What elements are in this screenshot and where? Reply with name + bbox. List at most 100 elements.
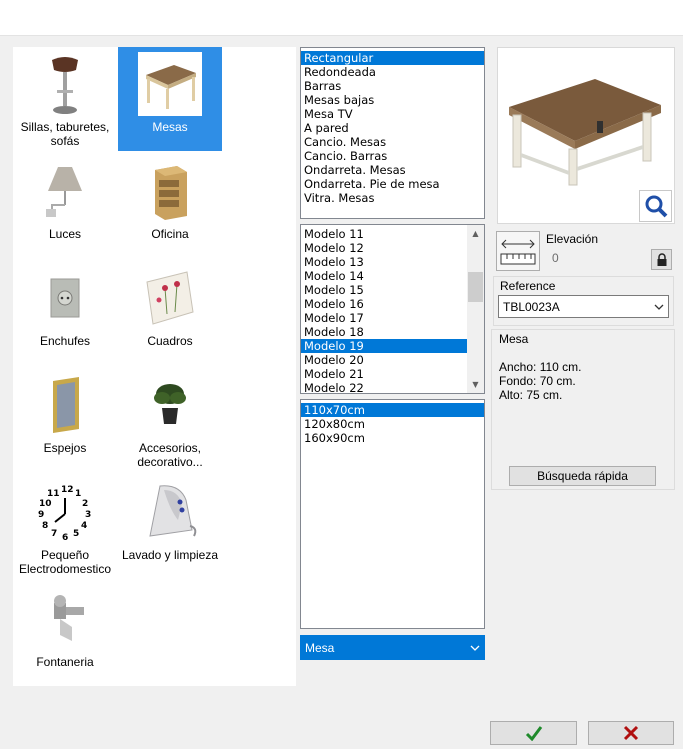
reference-value: TBL0023A — [503, 299, 560, 314]
item-name: Mesa — [499, 332, 529, 346]
faucet-icon — [13, 584, 117, 654]
scroll-thumb[interactable] — [468, 272, 483, 302]
list-item[interactable]: Modelo 14 — [301, 269, 467, 283]
category-label: Fontaneria — [36, 655, 94, 669]
category-label: Mesas — [152, 120, 188, 134]
list-item[interactable]: 110x70cm — [301, 403, 484, 417]
list-item[interactable]: Modelo 15 — [301, 283, 467, 297]
list-item[interactable]: Modelo 22 — [301, 381, 467, 395]
item-type-select[interactable]: Mesa — [300, 635, 485, 660]
mirror-icon — [13, 370, 117, 440]
category-espejos[interactable]: Espejos — [13, 368, 117, 472]
category-enchufes[interactable]: Enchufes — [13, 261, 117, 365]
list-item[interactable]: Modelo 13 — [301, 255, 467, 269]
bar-stool-icon — [13, 49, 117, 119]
category-label: Sillas, taburetes, sofás — [20, 120, 110, 148]
svg-text:9: 9 — [38, 510, 44, 520]
svg-text:4: 4 — [81, 521, 87, 531]
list-item[interactable]: Modelo 17 — [301, 311, 467, 325]
list-item[interactable]: Ondarreta. Pie de mesa — [301, 177, 484, 191]
category-pequeno-electrodomestico[interactable]: 12 1 2 3 4 5 6 7 8 9 10 11 Pequeño Elect… — [13, 475, 117, 579]
list-item[interactable]: Mesa TV — [301, 107, 484, 121]
iron-icon — [118, 477, 222, 547]
scroll-up-icon[interactable]: ▲ — [467, 225, 484, 242]
chevron-down-icon — [466, 636, 484, 659]
model-list[interactable]: Modelo 11 Modelo 12 Modelo 13 Modelo 14 … — [300, 224, 485, 395]
list-item[interactable]: Ondarreta. Mesas — [301, 163, 484, 177]
table-icon — [118, 49, 222, 119]
size-list[interactable]: 110x70cm 120x80cm 160x90cm — [300, 399, 485, 629]
title-bar — [0, 0, 683, 36]
category-label: Espejos — [43, 441, 87, 455]
ruler-icon — [500, 239, 536, 265]
category-label: Luces — [48, 227, 82, 241]
list-item[interactable]: Mesas bajas — [301, 93, 484, 107]
item-type-value: Mesa — [305, 640, 335, 655]
svg-text:3: 3 — [85, 510, 91, 520]
category-cuadros[interactable]: Cuadros — [118, 261, 222, 365]
plant-icon — [118, 370, 222, 440]
list-item[interactable]: Cancio. Barras — [301, 149, 484, 163]
list-item[interactable]: Modelo 16 — [301, 297, 467, 311]
check-icon — [525, 726, 542, 741]
category-luces[interactable]: Luces — [13, 154, 117, 258]
magnifier-icon — [645, 195, 667, 218]
item-width: Ancho: 110 cm. — [499, 360, 582, 374]
zoom-button[interactable] — [639, 190, 672, 222]
svg-text:11: 11 — [47, 489, 60, 499]
svg-text:5: 5 — [73, 529, 79, 539]
category-fontaneria[interactable]: Fontaneria — [13, 582, 117, 686]
category-label: Lavado y limpieza — [121, 548, 219, 562]
reference-label: Reference — [500, 279, 556, 293]
elevation-measure-button[interactable] — [496, 231, 540, 271]
category-label: Accesorios, decorativo... — [137, 441, 203, 469]
list-item[interactable]: Vitra. Mesas — [301, 191, 484, 205]
list-item[interactable]: Rectangular — [301, 51, 484, 65]
category-lavado[interactable]: Lavado y limpieza — [118, 475, 222, 579]
table-preview-image — [509, 79, 661, 186]
list-item[interactable]: 160x90cm — [301, 431, 484, 445]
close-icon — [623, 725, 639, 741]
category-panel: Sillas, taburetes, sofás Mesas Luces Ofi… — [13, 47, 296, 686]
svg-text:6: 6 — [62, 533, 68, 542]
list-item[interactable]: Modelo 11 — [301, 227, 467, 241]
list-item[interactable]: Modelo 18 — [301, 325, 467, 339]
category-label: Cuadros — [147, 334, 193, 348]
item-depth: Fondo: 70 cm. — [499, 374, 576, 388]
list-item[interactable]: 120x80cm — [301, 417, 484, 431]
category-label: Oficina — [151, 227, 189, 241]
category-label: Pequeño Electrodomestico — [18, 548, 112, 576]
item-height: Alto: 75 cm. — [499, 388, 563, 402]
ok-button[interactable] — [490, 721, 577, 745]
cancel-button[interactable] — [588, 721, 674, 745]
model-list-scrollbar[interactable]: ▲ ▼ — [467, 225, 484, 393]
category-mesas[interactable]: Mesas — [118, 47, 222, 151]
lock-icon — [657, 252, 666, 266]
quick-search-button[interactable]: Búsqueda rápida — [509, 466, 656, 486]
svg-text:2: 2 — [82, 499, 88, 509]
list-item[interactable]: A pared — [301, 121, 484, 135]
category-label: Enchufes — [39, 334, 91, 348]
category-accesorios[interactable]: Accesorios, decorativo... — [118, 368, 222, 472]
scroll-down-icon[interactable]: ▼ — [467, 376, 484, 393]
svg-text:7: 7 — [51, 529, 57, 539]
list-item[interactable]: Modelo 12 — [301, 241, 467, 255]
list-item[interactable]: Modelo 21 — [301, 367, 467, 381]
list-item[interactable]: Cancio. Mesas — [301, 135, 484, 149]
svg-text:12: 12 — [61, 485, 74, 495]
category-sillas[interactable]: Sillas, taburetes, sofás — [13, 47, 117, 151]
category-oficina[interactable]: Oficina — [118, 154, 222, 258]
list-item[interactable]: Barras — [301, 79, 484, 93]
elevation-label: Elevación — [546, 232, 599, 246]
svg-text:1: 1 — [75, 489, 81, 499]
model-preview — [497, 47, 675, 224]
picture-icon — [118, 263, 222, 333]
lock-button[interactable] — [651, 249, 672, 270]
list-item[interactable]: Modelo 20 — [301, 353, 467, 367]
list-item[interactable]: Redondeada — [301, 65, 484, 79]
cabinet-icon — [118, 156, 222, 226]
type-list[interactable]: Rectangular Redondeada Barras Mesas baja… — [300, 47, 485, 219]
list-item[interactable]: Modelo 19 — [301, 339, 467, 353]
svg-text:8: 8 — [42, 521, 48, 531]
reference-select[interactable]: TBL0023A — [498, 295, 669, 318]
